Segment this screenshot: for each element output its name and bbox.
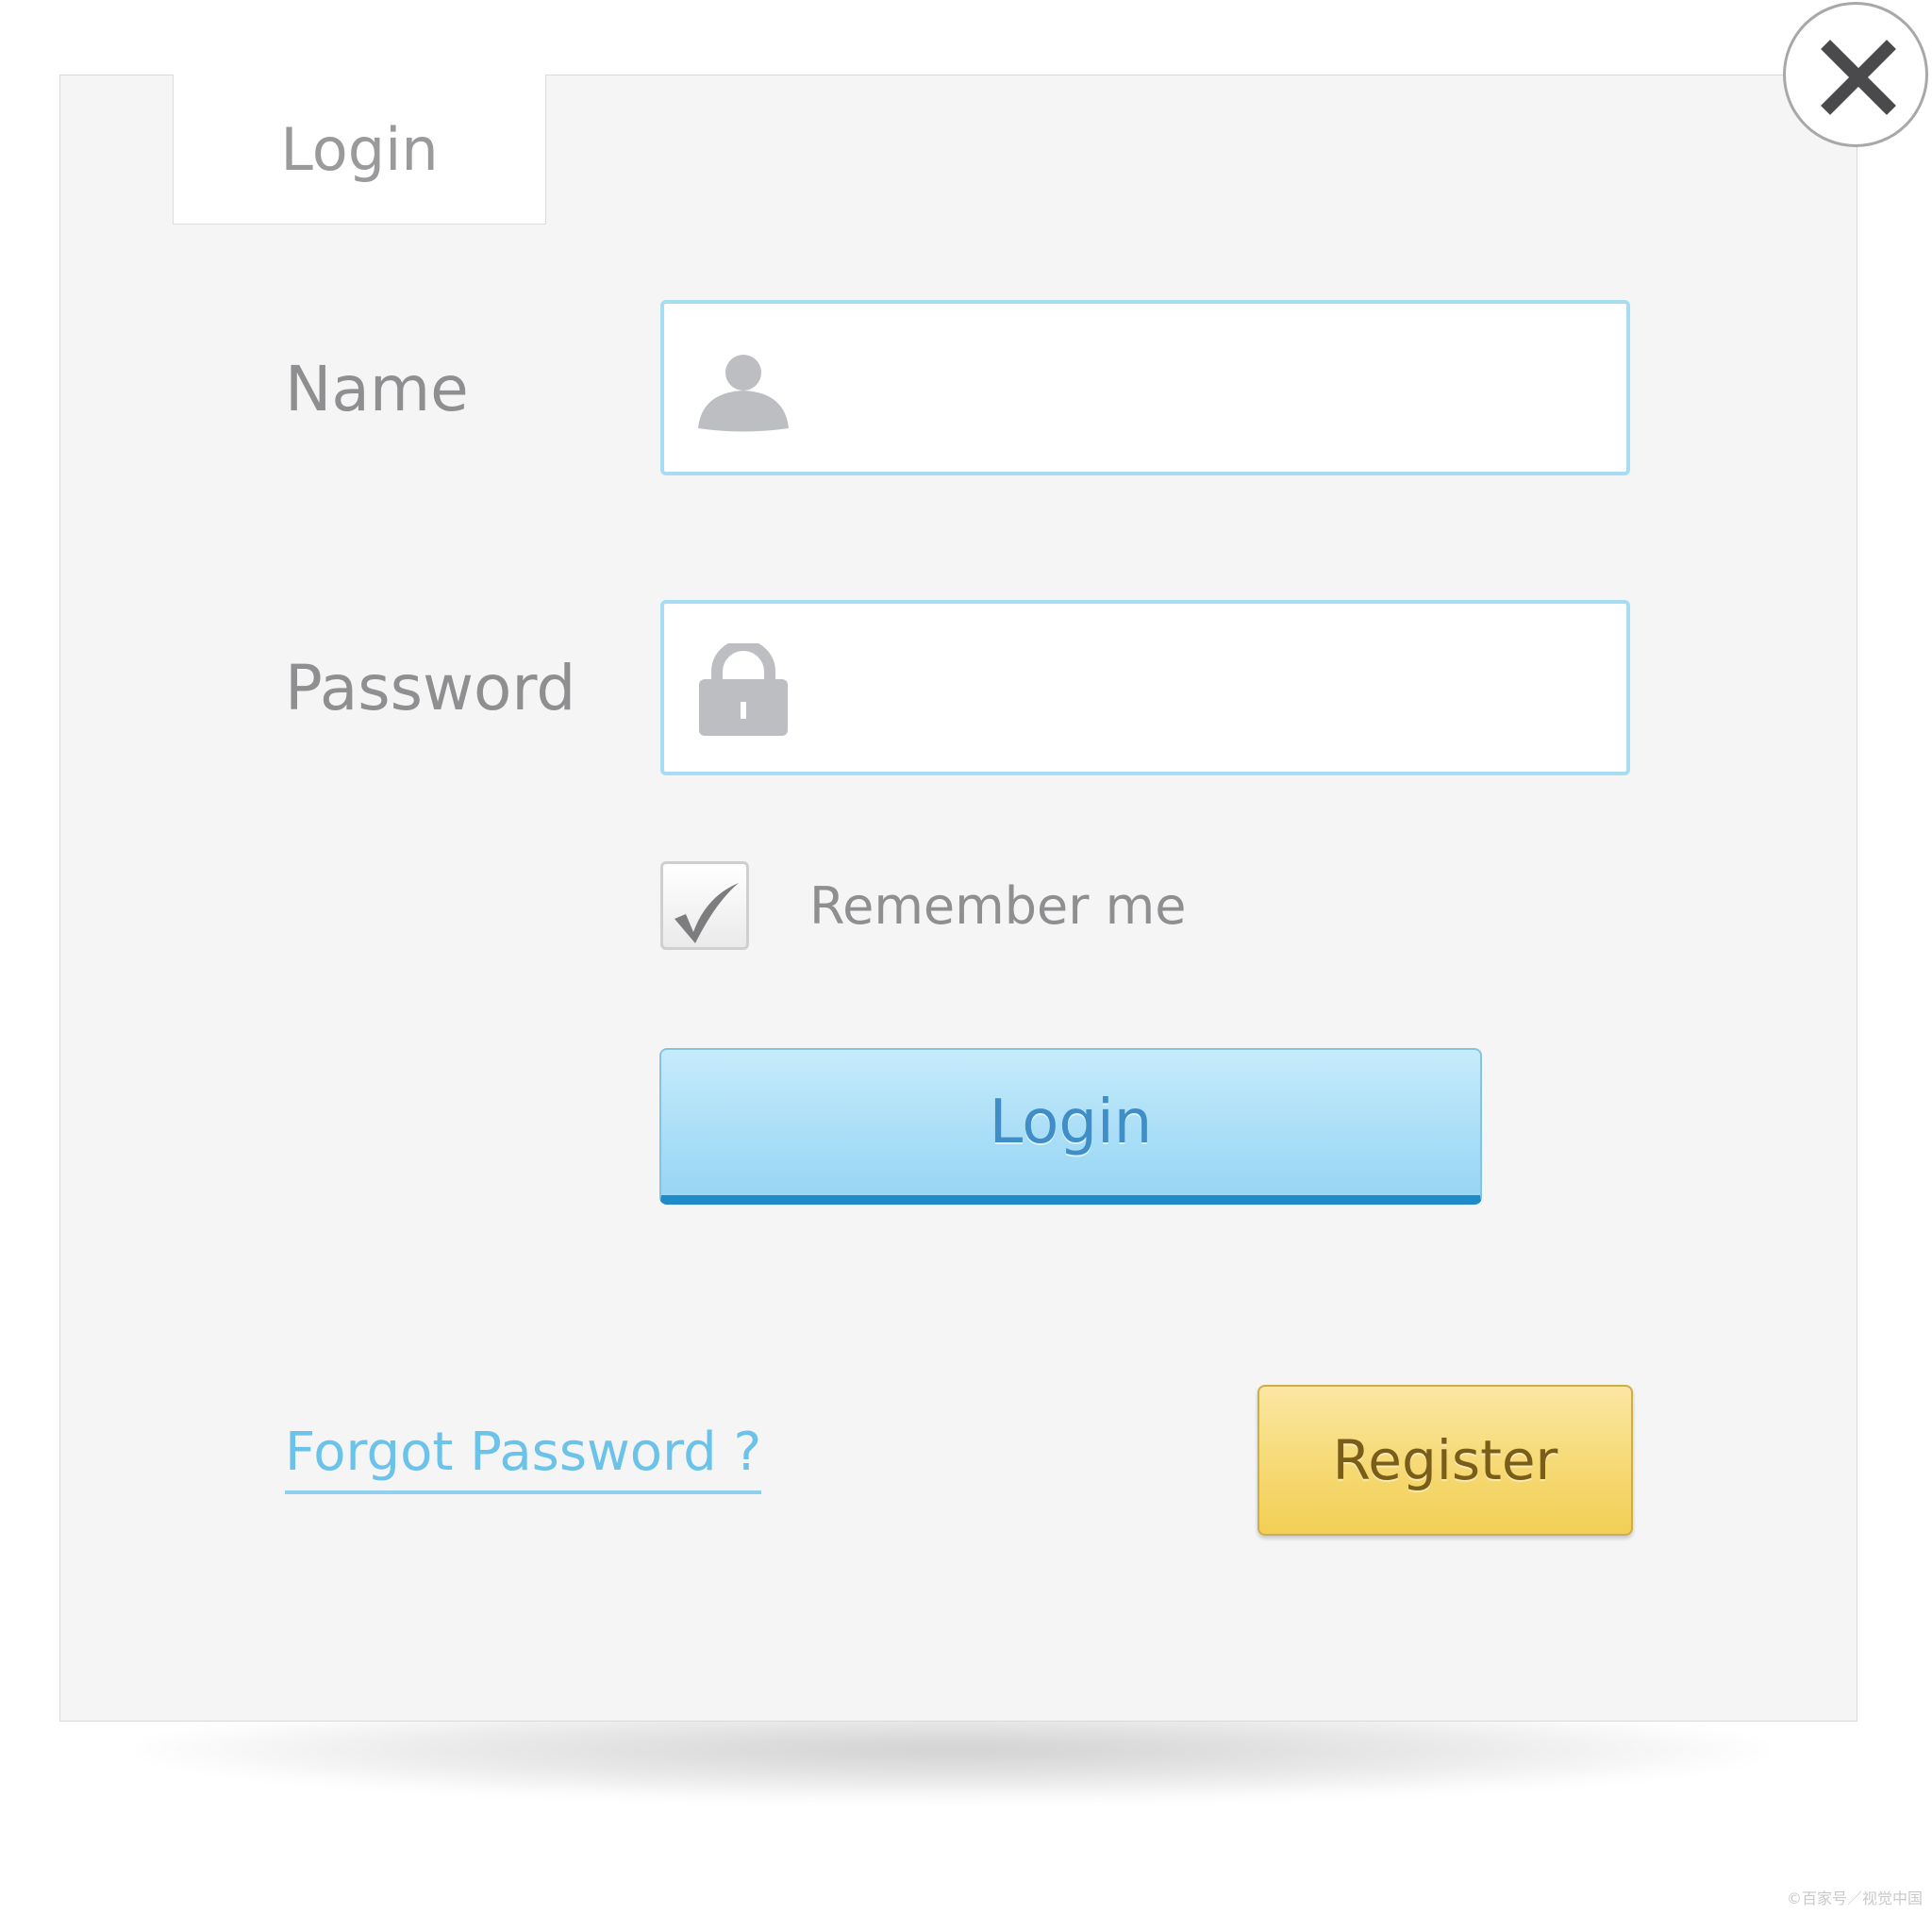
register-button-label: Register — [1332, 1428, 1558, 1492]
close-icon — [1821, 40, 1896, 115]
login-button-label: Login — [989, 1088, 1153, 1157]
remember-label[interactable]: Remember me — [809, 881, 1186, 932]
name-field[interactable] — [660, 300, 1630, 475]
lock-icon — [696, 640, 791, 738]
close-button[interactable] — [1783, 2, 1928, 147]
user-icon — [696, 343, 791, 438]
login-button[interactable]: Login — [659, 1048, 1482, 1205]
password-label: Password — [285, 652, 576, 724]
watermark: ©百家号／视觉中国 — [1786, 1889, 1923, 1907]
register-button[interactable]: Register — [1257, 1385, 1633, 1536]
password-field[interactable] — [660, 600, 1630, 775]
name-input[interactable] — [815, 341, 1602, 438]
remember-checkbox[interactable] — [660, 861, 749, 950]
name-label: Name — [285, 353, 469, 425]
tab-login[interactable]: Login — [173, 75, 546, 225]
tab-login-label: Login — [280, 114, 439, 184]
password-input[interactable] — [815, 641, 1602, 738]
checkmark-icon — [675, 883, 739, 943]
forgot-password-link[interactable]: Forgot Password ? — [285, 1426, 762, 1494]
